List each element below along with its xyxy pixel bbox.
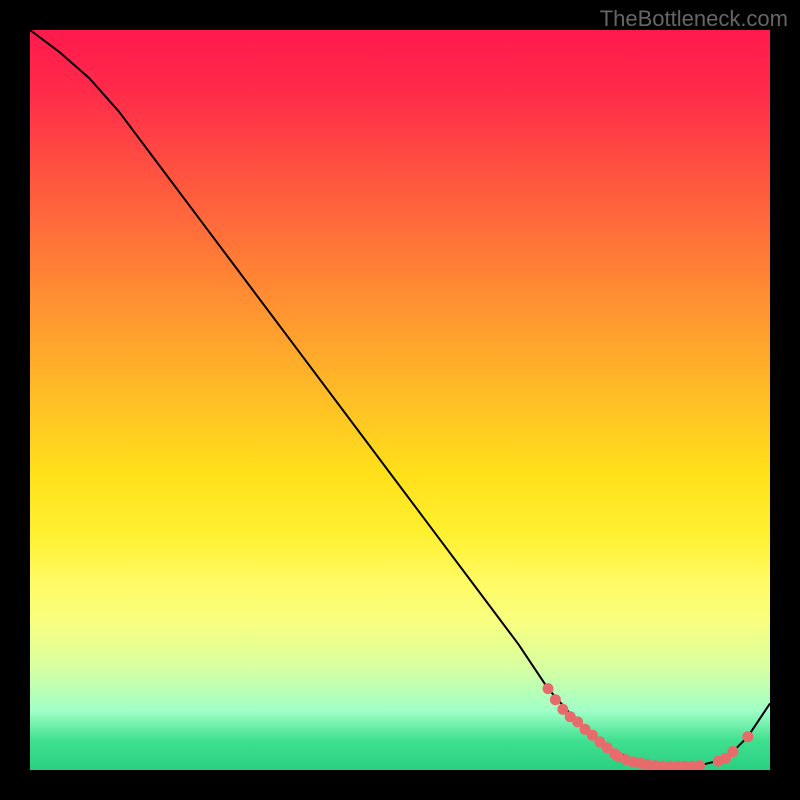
watermark-text: TheBottleneck.com: [600, 6, 788, 32]
chart-gradient-background: [30, 30, 770, 770]
